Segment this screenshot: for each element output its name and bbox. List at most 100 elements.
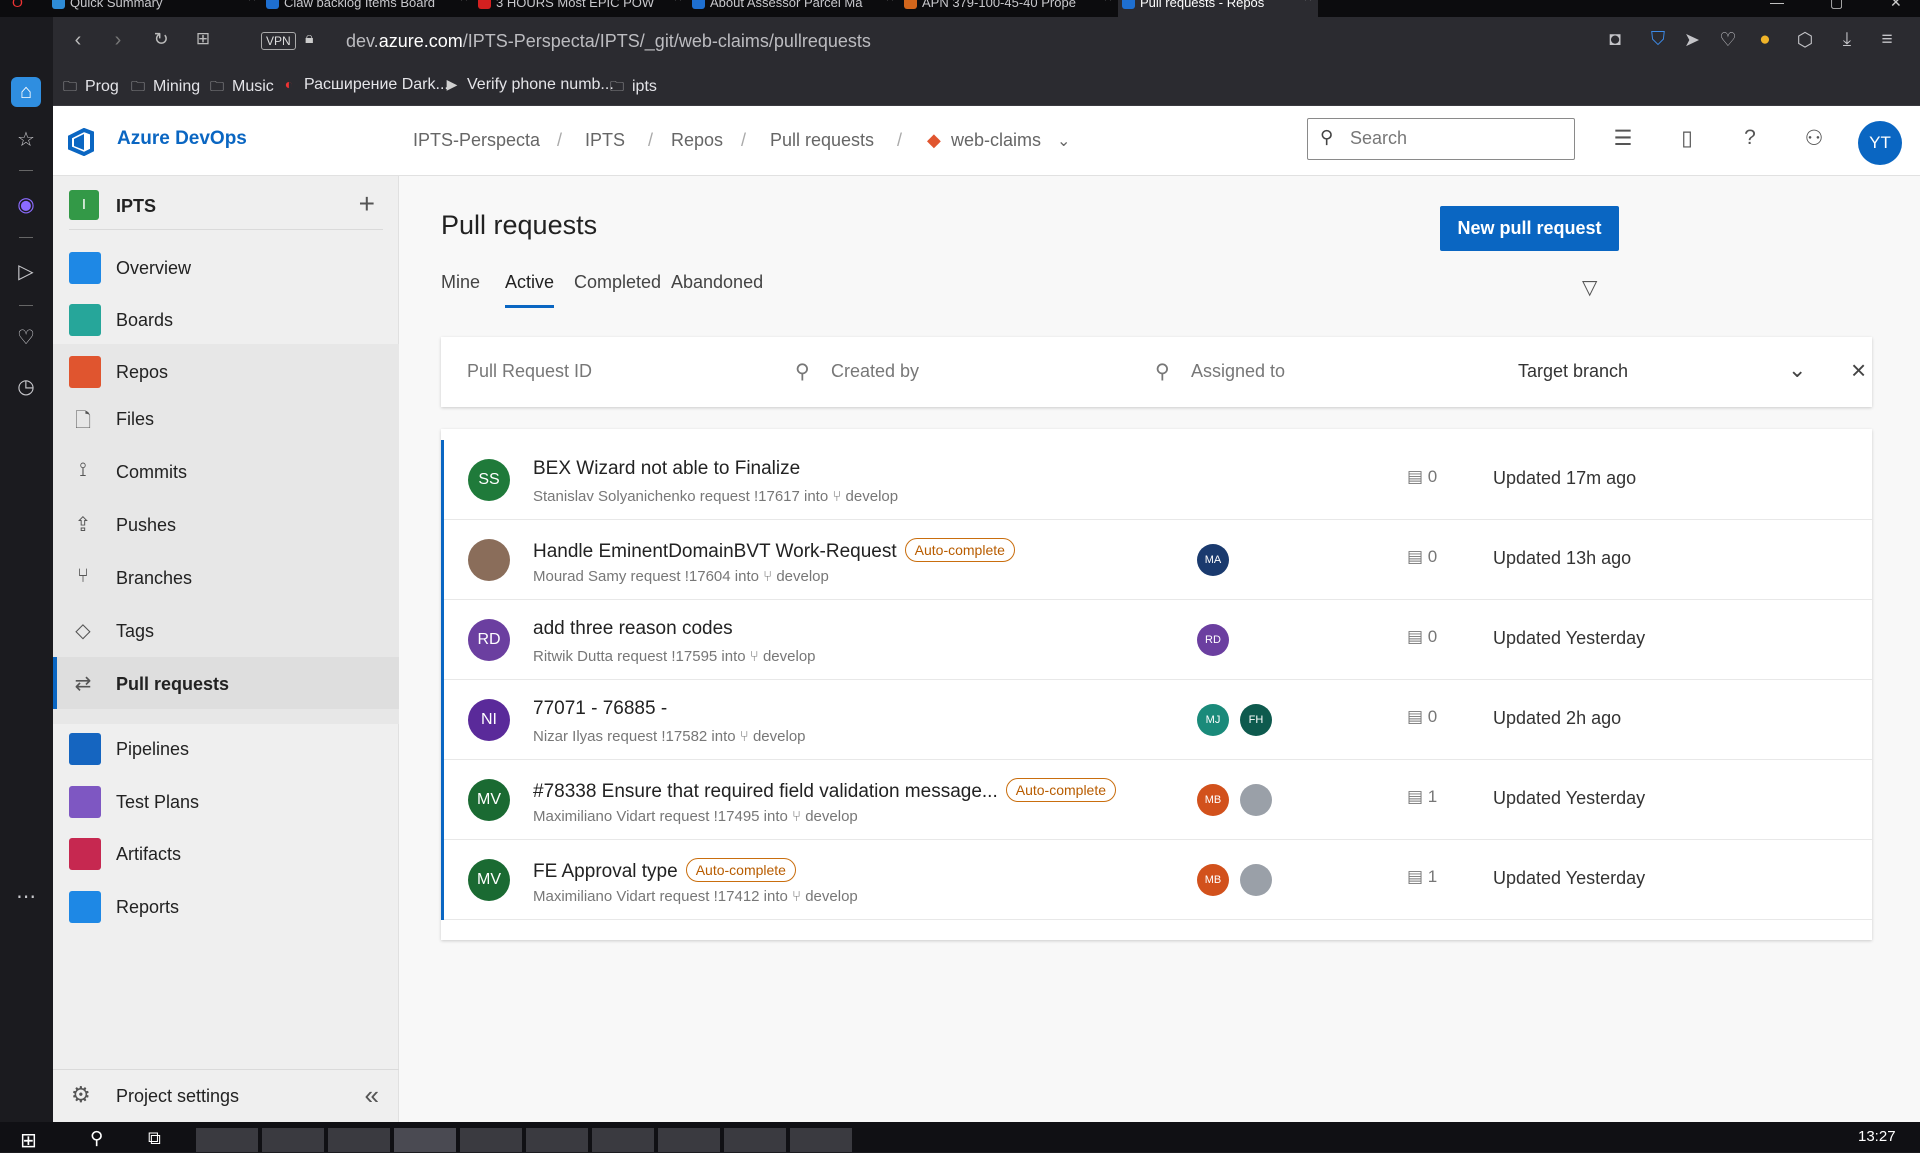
camera-icon[interactable]: ◘: [1603, 29, 1627, 51]
bookmark-item[interactable]: ▶ Verify phone numb...: [443, 76, 614, 94]
sidebar-item-overview[interactable]: Overview: [53, 242, 399, 292]
heart-icon[interactable]: ♡: [11, 323, 41, 353]
breadcrumb-pull-requests[interactable]: Pull requests: [770, 130, 874, 151]
add-icon[interactable]: +: [359, 188, 375, 220]
download-icon[interactable]: ⤓: [1835, 29, 1859, 51]
breadcrumb-repos[interactable]: Repos: [671, 130, 723, 151]
search-box[interactable]: ⚲: [1307, 118, 1575, 160]
pull-request-title[interactable]: add three reason codes: [533, 618, 733, 640]
sidebar-subitem-tags[interactable]: ◇ Tags: [53, 604, 399, 656]
task-view-icon[interactable]: ⧉: [148, 1128, 161, 1149]
windows-start-icon[interactable]: ⊞: [20, 1128, 37, 1153]
pull-request-title[interactable]: FE Approval type Auto-complete: [533, 858, 796, 883]
visual-studio-icon[interactable]: [526, 1128, 588, 1152]
player-icon[interactable]: ▷: [11, 257, 41, 287]
tab-active[interactable]: Active: [505, 272, 555, 308]
browser-tab[interactable]: 3 HOURS Most EPIC POW×: [474, 0, 688, 17]
sidebar-item-test-plans[interactable]: Test Plans: [53, 776, 399, 826]
target-branch-filter[interactable]: Target branch: [1518, 361, 1628, 382]
close-icon[interactable]: ×: [1851, 355, 1866, 386]
project-name[interactable]: IPTS: [116, 196, 156, 217]
pull-request-title-text[interactable]: #78338 Ensure that required field valida…: [533, 781, 998, 802]
reviewer-avatar[interactable]: [1240, 784, 1272, 816]
sidebar-subitem-files[interactable]: 🗋︎ Files: [53, 392, 399, 444]
author-avatar[interactable]: NI: [468, 699, 510, 741]
created-by-filter[interactable]: Created by: [831, 361, 919, 382]
breadcrumb-project[interactable]: IPTS: [585, 130, 625, 151]
pull-request-title[interactable]: 77071 - 76885 -: [533, 698, 667, 720]
pull-request-title-text[interactable]: 77071 - 76885 -: [533, 698, 667, 719]
sidebar-subitem-pull-requests[interactable]: ⇄ Pull requests: [53, 657, 399, 709]
pull-request-title-text[interactable]: add three reason codes: [533, 618, 733, 639]
skype-icon[interactable]: [394, 1128, 456, 1152]
pull-request-title[interactable]: BEX Wizard not able to Finalize: [533, 458, 800, 480]
pull-request-row[interactable]: Handle EminentDomainBVT Work-Request Auto…: [441, 520, 1872, 600]
vpn-badge[interactable]: VPN: [261, 32, 296, 50]
forward-icon[interactable]: ›: [105, 29, 131, 52]
user-avatar[interactable]: YT: [1858, 121, 1902, 165]
sidebar-item-artifacts[interactable]: Artifacts: [53, 828, 399, 878]
sidebar-item-reports[interactable]: Reports: [53, 881, 399, 931]
bookmark-item[interactable]: 🗀︎ Prog: [61, 76, 119, 100]
opera-logo-icon[interactable]: O: [12, 0, 23, 10]
author-avatar[interactable]: MV: [468, 779, 510, 821]
lightbulb-icon[interactable]: ●: [1753, 29, 1777, 51]
list-icon[interactable]: ☰: [1608, 126, 1638, 151]
author-avatar[interactable]: RD: [468, 619, 510, 661]
more-icon[interactable]: ⋯: [11, 882, 41, 912]
chevron-down-icon[interactable]: ⌄: [1788, 357, 1806, 383]
menu-icon[interactable]: ≡: [1875, 29, 1899, 51]
help-icon[interactable]: ?: [1735, 126, 1765, 150]
pull-request-row[interactable]: NI 77071 - 76885 - Nizar Ilyas request !17…: [441, 680, 1872, 760]
filter-icon[interactable]: ▽: [1582, 275, 1597, 300]
chrome-icon[interactable]: [262, 1128, 324, 1152]
sidebar-item-boards[interactable]: Boards: [53, 294, 399, 344]
pull-request-title[interactable]: Handle EminentDomainBVT Work-Request Auto…: [533, 538, 1015, 563]
collapse-sidebar-icon[interactable]: «: [365, 1080, 379, 1111]
pull-request-row[interactable]: MV FE Approval type Auto-complete Maximilia…: [441, 840, 1872, 920]
reviewer-avatar[interactable]: MB: [1197, 864, 1229, 896]
new-pull-request-button[interactable]: New pull request: [1440, 206, 1619, 251]
heart-icon[interactable]: ♡: [1716, 29, 1740, 52]
breadcrumb-organization[interactable]: IPTS-Perspecta: [413, 130, 540, 151]
pull-request-title-text[interactable]: Handle EminentDomainBVT Work-Request: [533, 541, 897, 562]
app-icon[interactable]: [724, 1128, 786, 1152]
brand-name[interactable]: Azure DevOps: [117, 128, 247, 150]
tabs-grid-icon[interactable]: ⊞: [190, 29, 216, 49]
sidebar-subitem-branches[interactable]: ⑂ Branches: [53, 551, 399, 603]
breadcrumb-repository[interactable]: web-claims: [951, 130, 1041, 151]
history-icon[interactable]: ◷: [11, 372, 41, 402]
reviewer-avatar[interactable]: MB: [1197, 784, 1229, 816]
shopping-bag-icon[interactable]: ▯: [1672, 126, 1702, 151]
pull-request-row[interactable]: RD add three reason codes Ritwik Dutta req…: [441, 600, 1872, 680]
bookmark-item[interactable]: 🗀︎ Music: [208, 76, 274, 100]
assigned-to-filter[interactable]: Assigned to: [1191, 361, 1285, 382]
reviewer-avatar[interactable]: RD: [1197, 624, 1229, 656]
browser-tab[interactable]: Quick Summary×: [48, 0, 262, 17]
file-explorer-icon[interactable]: [196, 1128, 258, 1152]
maximize-icon[interactable]: ▢: [1830, 0, 1843, 11]
author-avatar[interactable]: MV: [468, 859, 510, 901]
tab-mine[interactable]: Mine: [441, 272, 480, 293]
tab-abandoned[interactable]: Abandoned: [671, 272, 763, 293]
shield-icon[interactable]: ⛉: [1646, 29, 1670, 51]
search-input[interactable]: [1350, 128, 1560, 149]
search-icon[interactable]: ⚲: [90, 1128, 103, 1149]
reviewer-avatar[interactable]: MJ: [1197, 704, 1229, 736]
azure-devops-logo-icon[interactable]: [68, 128, 98, 156]
opera-icon[interactable]: [328, 1128, 390, 1152]
browser-tab[interactable]: APN 379-100-45-40 Prope×: [900, 0, 1118, 17]
sidebar-item-pipelines[interactable]: Pipelines: [53, 723, 399, 773]
sidebar-item-repos[interactable]: Repos: [53, 346, 399, 396]
user-settings-icon[interactable]: ⚇: [1799, 126, 1829, 151]
pull-request-row[interactable]: MV #78338 Ensure that required field vali…: [441, 760, 1872, 840]
pull-request-title-text[interactable]: FE Approval type: [533, 861, 678, 882]
author-avatar[interactable]: [468, 539, 510, 581]
browser-tab[interactable]: About Assessor Parcel Ma×: [688, 0, 900, 17]
reviewer-avatar[interactable]: MA: [1197, 544, 1229, 576]
reviewer-avatar[interactable]: FH: [1240, 704, 1272, 736]
app-icon[interactable]: [592, 1128, 654, 1152]
pull-request-title[interactable]: #78338 Ensure that required field valida…: [533, 778, 1117, 803]
telegram-icon[interactable]: [790, 1128, 852, 1152]
project-header[interactable]: I IPTS +: [69, 188, 383, 230]
